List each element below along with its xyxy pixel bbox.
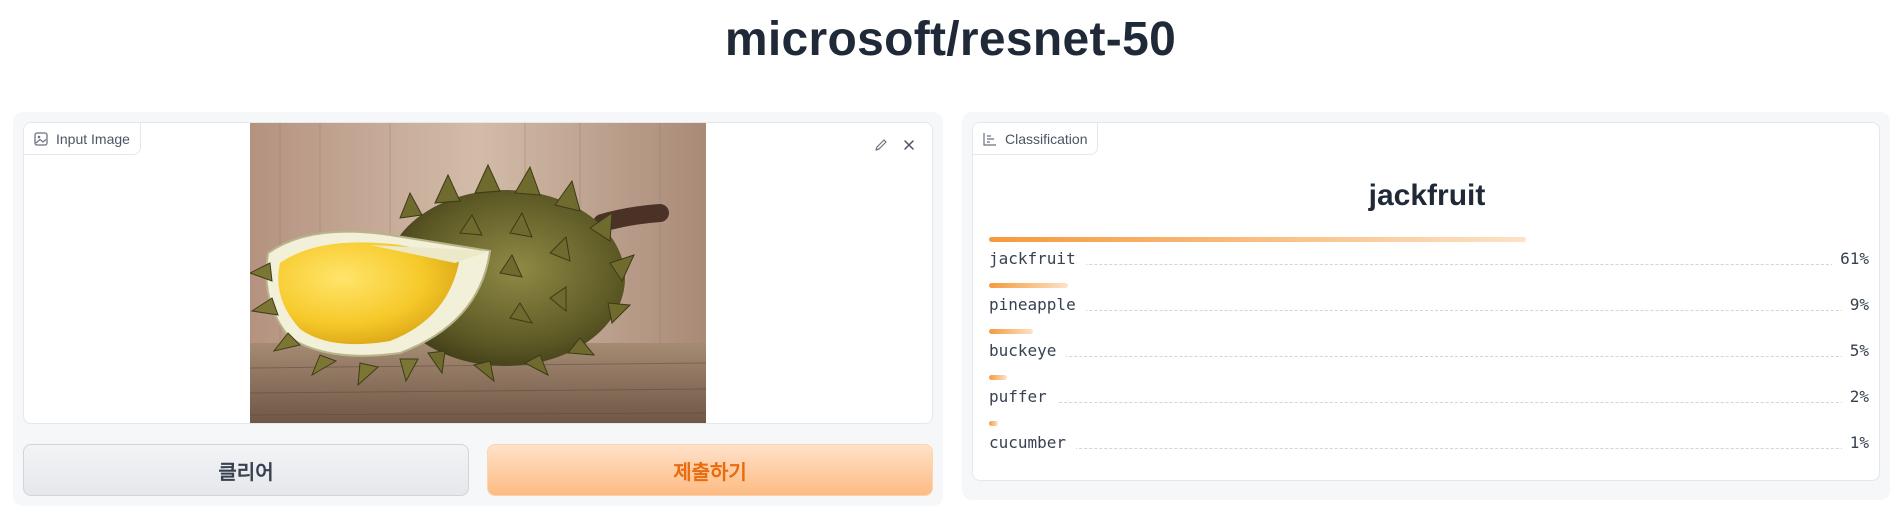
confidence-row: buckeye 5% [989, 329, 1869, 369]
clear-button[interactable]: 클리어 [23, 444, 469, 496]
leader-dots [989, 310, 1869, 311]
confidence-bar [989, 329, 1033, 334]
classification-label-text: Classification [1005, 130, 1088, 147]
top-prediction: jackfruit [1368, 179, 1486, 212]
bar-chart-icon [983, 132, 997, 146]
confidence-row: pineapple 9% [989, 283, 1869, 323]
classification-label: Classification [973, 123, 1099, 155]
confidence-label: puffer [989, 387, 1057, 406]
classification-output: Classification jackfruit jackfruit 61% p… [972, 122, 1880, 481]
confidence-bar [989, 283, 1068, 288]
confidence-label: buckeye [989, 341, 1067, 360]
confidence-value: 9% [1841, 295, 1869, 314]
output-panel: Classification jackfruit jackfruit 61% p… [962, 112, 1890, 500]
image-input[interactable]: Input Image [23, 122, 933, 424]
confidence-bar [989, 375, 1007, 380]
input-image-label-text: Input Image [56, 130, 130, 147]
close-icon [902, 138, 916, 157]
confidence-row: jackfruit 61% [989, 237, 1869, 277]
leader-dots [989, 356, 1869, 357]
edit-button[interactable] [869, 135, 893, 159]
confidence-value: 2% [1841, 387, 1869, 406]
submit-button[interactable]: 제출하기 [487, 444, 933, 496]
image-icon [34, 131, 48, 146]
confidence-row: puffer 2% [989, 375, 1869, 415]
confidence-label: pineapple [989, 295, 1086, 314]
confidence-label: cucumber [989, 433, 1077, 452]
page-title: microsoft/resnet-50 [724, 13, 1177, 66]
leader-dots [989, 264, 1869, 265]
leader-dots [989, 448, 1869, 449]
confidence-bar [989, 421, 998, 426]
durian-photo [250, 123, 706, 423]
edit-icon [874, 138, 888, 157]
remove-image-button[interactable] [897, 135, 921, 159]
input-panel: Input Image 클리어 제출하기 [13, 112, 943, 506]
confidence-value: 1% [1841, 433, 1869, 452]
input-image-label: Input Image [24, 123, 141, 155]
confidence-row: cucumber 1% [989, 421, 1869, 461]
leader-dots [989, 402, 1869, 403]
confidence-bar [989, 237, 1526, 242]
confidence-label: jackfruit [989, 249, 1086, 268]
confidence-value: 61% [1832, 249, 1869, 268]
confidence-value: 5% [1841, 341, 1869, 360]
